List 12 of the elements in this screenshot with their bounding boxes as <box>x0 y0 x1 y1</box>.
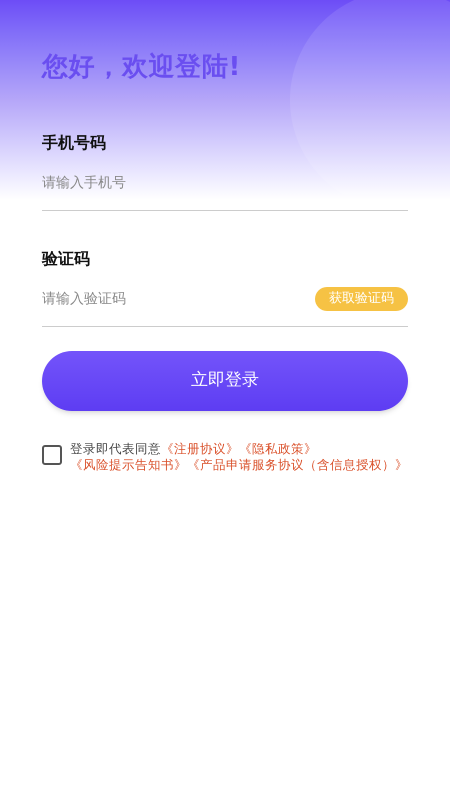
agreement-link[interactable]: 《隐私政策》 <box>239 441 317 456</box>
agreement-link[interactable]: 《风险提示告知书》 <box>70 457 187 472</box>
agreement-checkbox[interactable] <box>42 445 62 465</box>
welcome-title: 您好，欢迎登陆! <box>42 51 242 84</box>
agreement-label: 登录即代表同意 <box>70 441 161 456</box>
input-field[interactable]: 请输入手机号 <box>42 155 408 210</box>
input-field[interactable]: 请输入验证码 <box>42 271 315 326</box>
login-button[interactable]: 立即登录 <box>42 351 408 411</box>
agreement-link[interactable]: 《注册协议》 <box>161 441 239 456</box>
field-label: 验证码 <box>42 248 91 270</box>
agreement-link[interactable]: 《产品申请服务协议（含信息授权）》 <box>187 457 408 472</box>
field-label: 手机号码 <box>42 132 107 154</box>
